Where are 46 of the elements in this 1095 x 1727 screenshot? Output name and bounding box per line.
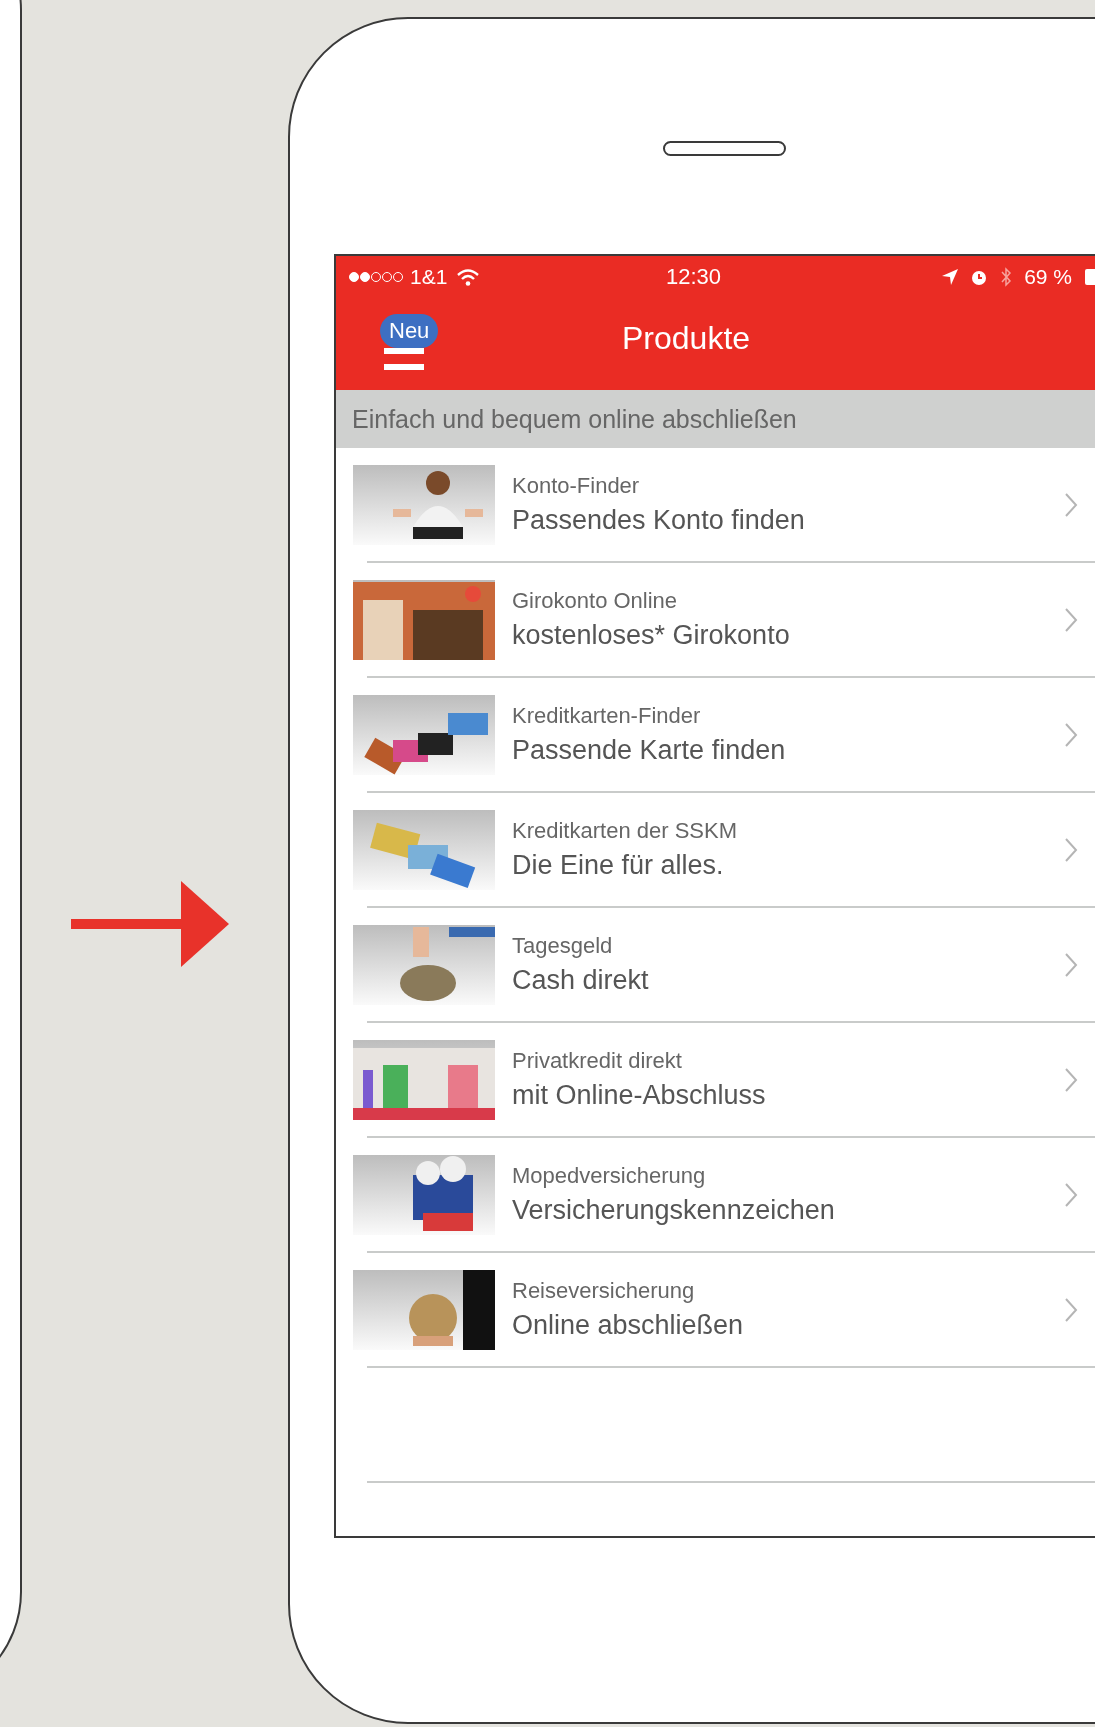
- wifi-icon: [457, 268, 480, 286]
- product-subtitle: Cash direkt: [512, 965, 649, 996]
- bluetooth-icon: [1000, 267, 1013, 287]
- product-subtitle: mit Online-Abschluss: [512, 1080, 766, 1111]
- product-subtitle: Die Eine für alles.: [512, 850, 725, 881]
- product-row[interactable]: Mopedversicherung Versicherungskennzeichen: [336, 1138, 1095, 1251]
- chevron-right-icon: [1064, 606, 1078, 633]
- product-title: Reiseversicherung: [512, 1278, 696, 1304]
- status-time: 12:30: [666, 264, 722, 290]
- menu-icon: [384, 348, 424, 370]
- section-header: Einfach und bequem online abschließen: [352, 404, 797, 434]
- chevron-right-icon: [1064, 721, 1078, 748]
- new-badge: Neu: [380, 314, 439, 349]
- alarm-icon: [970, 268, 989, 286]
- chevron-right-icon: [1064, 491, 1078, 518]
- product-row[interactable]: Kreditkarten der SSKM Die Eine für alles.: [336, 793, 1095, 906]
- signal-icon: [348, 271, 404, 283]
- chevron-right-icon: [1064, 1181, 1078, 1208]
- product-title: Konto-Finder: [512, 473, 641, 499]
- product-row[interactable]: Kreditkarten-Finder Passende Karte finden: [336, 678, 1095, 791]
- chevron-right-icon: [1064, 1296, 1078, 1323]
- screen-title: Produkte: [622, 320, 751, 357]
- product-title: Tagesgeld: [512, 933, 614, 959]
- product-subtitle: Versicherungskennzeichen: [512, 1195, 835, 1226]
- chevron-right-icon: [1064, 951, 1078, 978]
- product-subtitle: Passendes Konto finden: [512, 505, 805, 536]
- product-title: Girokonto Online: [512, 588, 679, 614]
- product-title: Privatkredit direkt: [512, 1048, 683, 1074]
- carrier-label: 1&1: [410, 265, 448, 289]
- product-row[interactable]: Tagesgeld Cash direkt: [336, 908, 1095, 1021]
- location-icon: [942, 269, 959, 285]
- product-title: Kreditkarten der SSKM: [512, 818, 737, 844]
- chevron-right-icon: [1064, 836, 1078, 863]
- product-subtitle: Passende Karte finden: [512, 735, 786, 766]
- product-row[interactable]: Konto-Finder Passendes Konto finden: [336, 448, 1095, 561]
- arrow-icon: [71, 881, 229, 967]
- product-row[interactable]: Privatkredit direkt mit Online-Abschluss: [336, 1023, 1095, 1136]
- menu-button[interactable]: Neu: [380, 314, 452, 374]
- battery-percentage: 69 %: [1024, 265, 1072, 289]
- product-subtitle: kostenloses* Girokonto: [512, 620, 790, 651]
- product-title: Kreditkarten-Finder: [512, 703, 702, 729]
- product-subtitle: Online abschließen: [512, 1310, 744, 1341]
- product-title: Mopedversicherung: [512, 1163, 707, 1189]
- product-row[interactable]: Girokonto Online kostenloses* Girokonto: [336, 563, 1095, 676]
- chevron-right-icon: [1064, 1066, 1078, 1093]
- product-row[interactable]: Reiseversicherung Online abschließen: [336, 1253, 1095, 1366]
